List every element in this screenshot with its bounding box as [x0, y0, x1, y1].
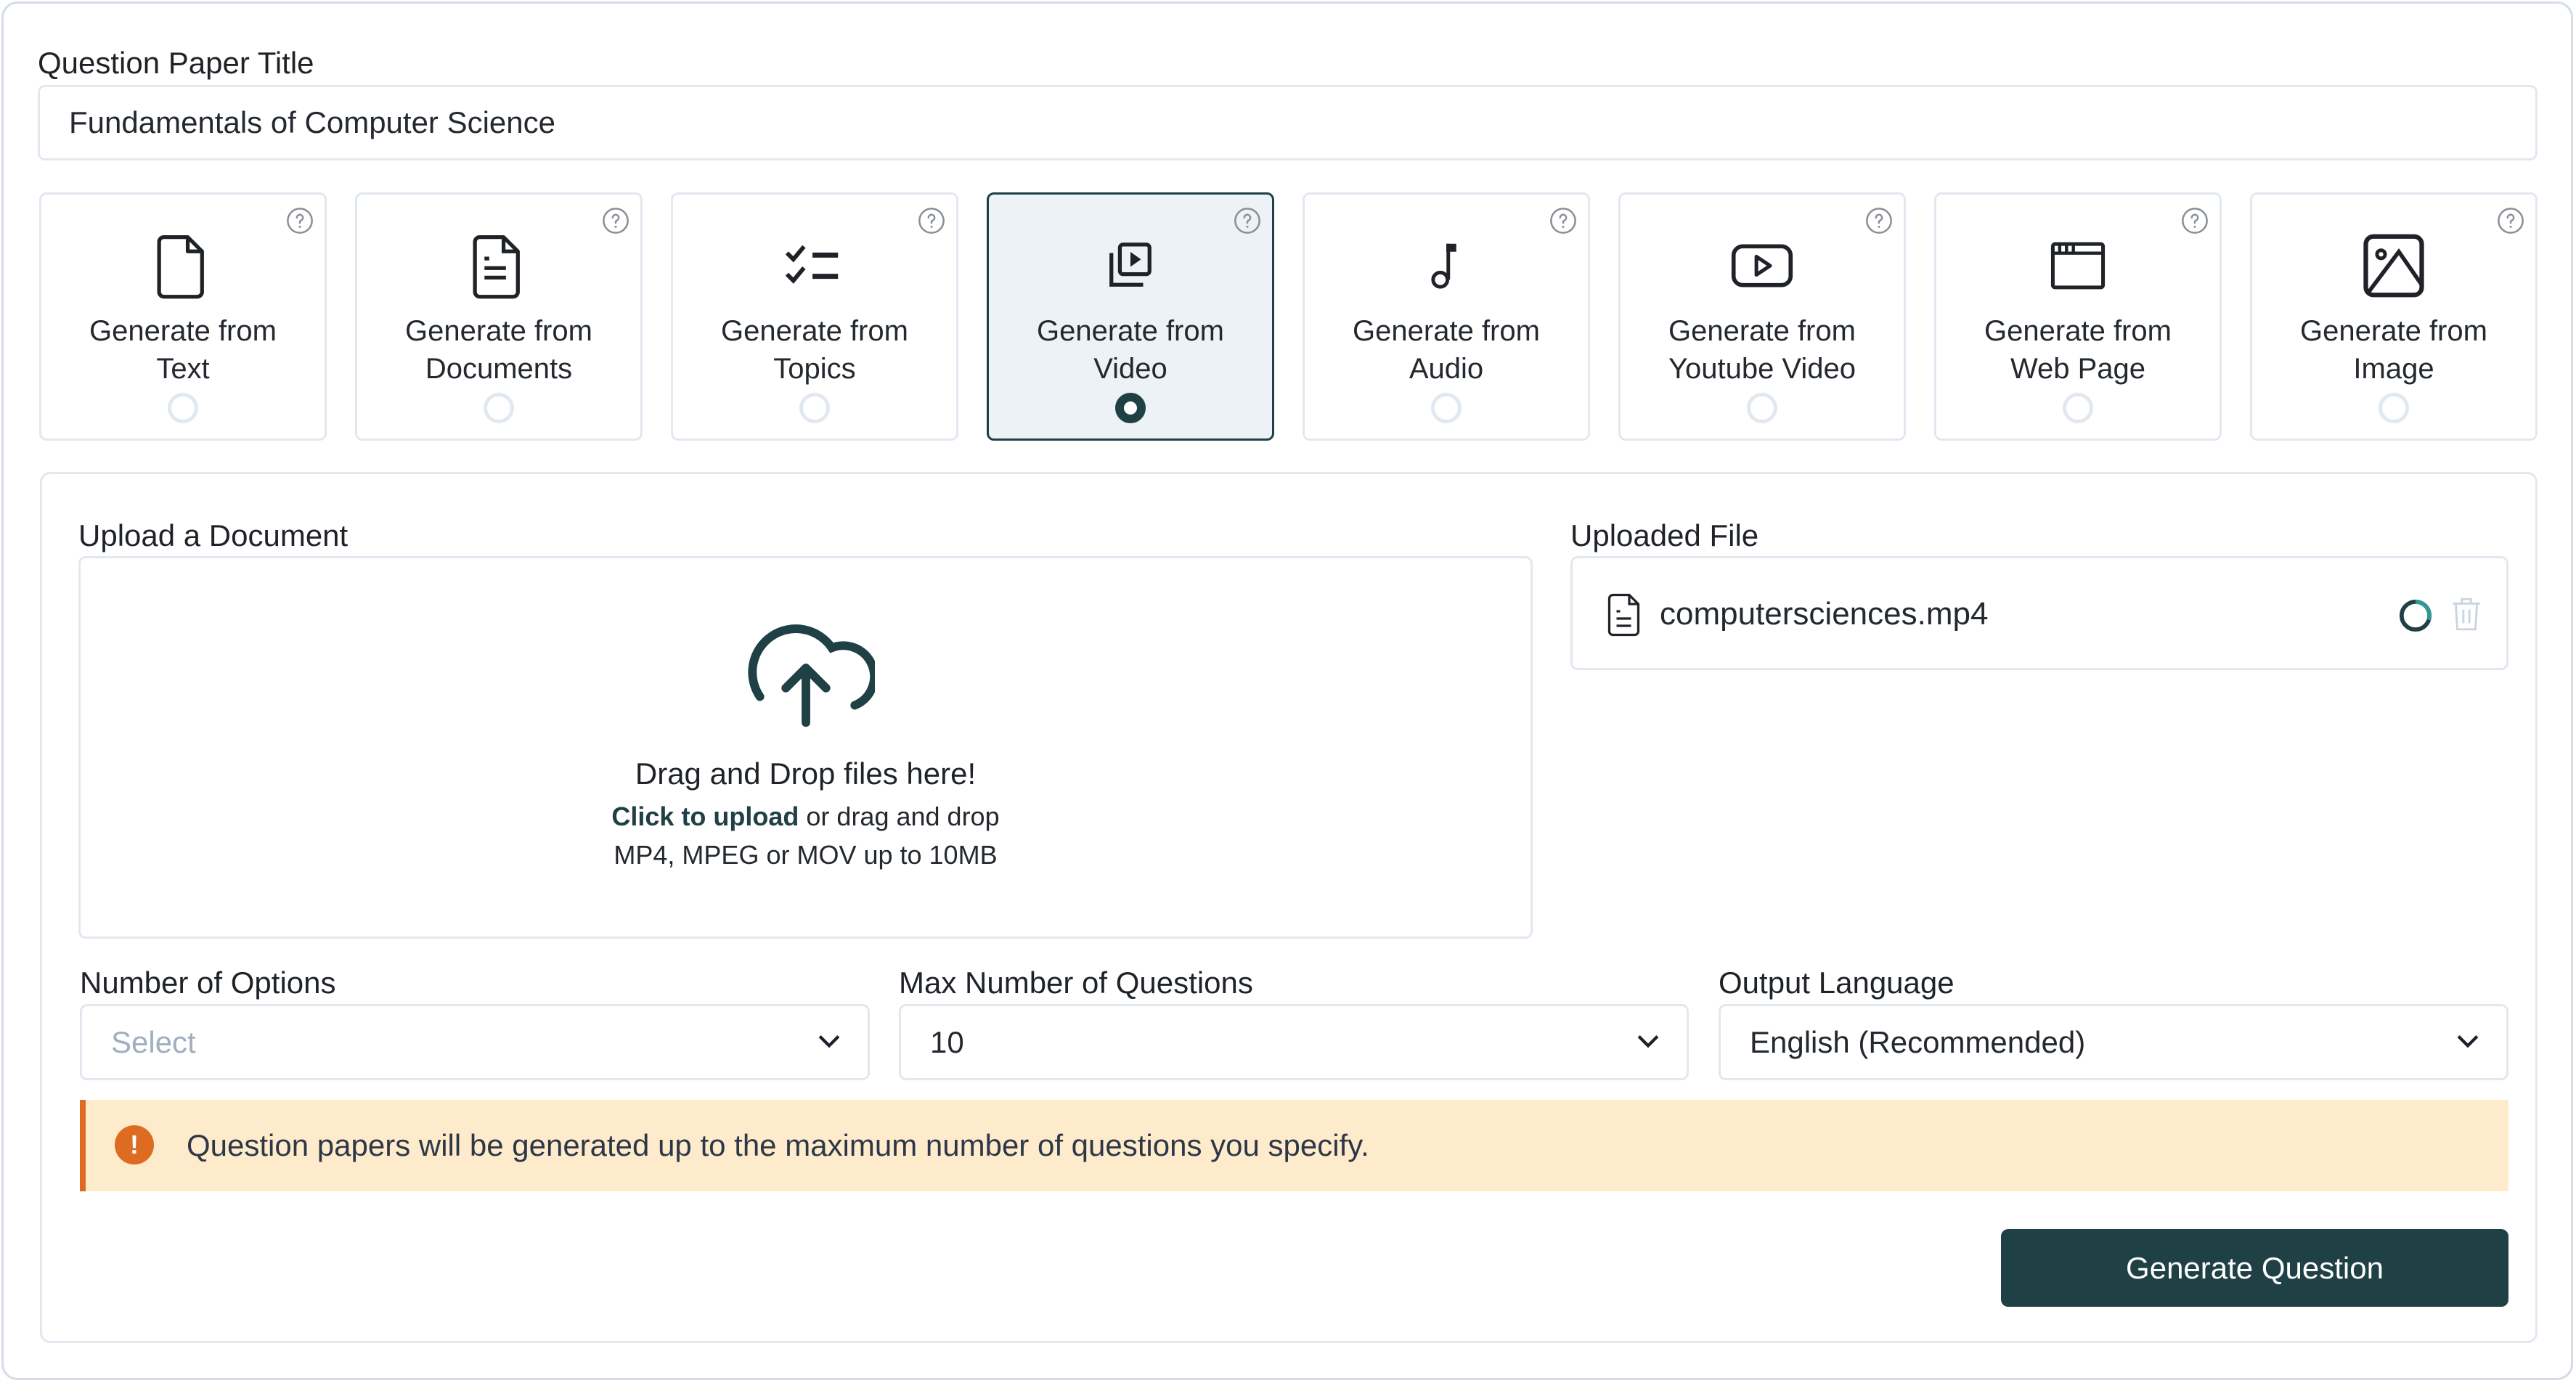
info-alert: ! Question papers will be generated up t…	[80, 1100, 2508, 1191]
source-card-youtube[interactable]: Generate from Youtube Video	[1618, 192, 1906, 441]
source-card-video[interactable]: Generate from Video	[987, 192, 1274, 441]
dropzone-instructions: Click to upload or drag and drop	[611, 801, 1000, 831]
dropzone-formats: MP4, MPEG or MOV up to 10MB	[614, 840, 998, 870]
file-dropzone[interactable]: Drag and Drop files here! Click to uploa…	[78, 556, 1533, 939]
title-label: Question Paper Title	[38, 46, 314, 80]
radio-button[interactable]	[2063, 393, 2093, 423]
youtube-icon	[1731, 244, 1793, 287]
num-options-label: Number of Options	[80, 966, 336, 1000]
source-card-webpage[interactable]: Generate from Web Page	[1934, 192, 2222, 441]
help-icon[interactable]	[2496, 206, 2525, 235]
radio-button[interactable]	[484, 393, 514, 423]
select-value: English (Recommended)	[1750, 1025, 2086, 1059]
chevron-down-icon	[1637, 1035, 1659, 1048]
num-options-select[interactable]: Select	[80, 1004, 870, 1080]
radio-button[interactable]	[168, 393, 198, 423]
card-label: Generate from Video	[1037, 315, 1224, 385]
card-label: Generate from Documents	[405, 315, 592, 385]
click-to-upload-link[interactable]: Click to upload	[611, 801, 799, 831]
image-icon	[2363, 234, 2424, 298]
file-icon	[157, 234, 204, 299]
select-value: 10	[930, 1025, 964, 1059]
help-icon[interactable]	[2180, 206, 2209, 235]
source-card-topics[interactable]: Generate from Topics	[671, 192, 958, 441]
radio-button[interactable]	[1431, 393, 1462, 423]
warning-icon: !	[115, 1125, 154, 1164]
checklist-icon	[785, 245, 839, 284]
output-language-label: Output Language	[1719, 966, 1955, 1000]
radio-button[interactable]	[1747, 393, 1777, 423]
help-icon[interactable]	[1864, 206, 1894, 235]
source-card-image[interactable]: Generate from Image	[2250, 192, 2538, 441]
browser-window-icon	[2050, 242, 2106, 290]
card-label: Generate from Youtube Video	[1668, 315, 1856, 385]
chevron-down-icon	[818, 1035, 840, 1048]
document-icon	[1607, 593, 1640, 637]
card-label: Generate from Text	[89, 315, 277, 385]
card-label: Generate from Web Page	[1984, 315, 2172, 385]
max-questions-label: Max Number of Questions	[899, 966, 1253, 1000]
upload-label: Upload a Document	[78, 518, 349, 552]
card-label: Generate from Topics	[721, 315, 908, 385]
source-card-text[interactable]: Generate from Text	[39, 192, 327, 441]
help-icon[interactable]	[1233, 206, 1262, 235]
loading-spinner-icon	[2399, 599, 2432, 632]
title-input[interactable]	[38, 85, 2538, 160]
source-card-audio[interactable]: Generate from Audio	[1303, 192, 1590, 441]
radio-button[interactable]	[799, 393, 830, 423]
output-language-select[interactable]: English (Recommended)	[1719, 1004, 2508, 1080]
trash-icon[interactable]	[2451, 596, 2482, 632]
uploaded-file-item: computersciences.mp4	[1570, 556, 2508, 670]
source-card-documents[interactable]: Generate from Documents	[355, 192, 643, 441]
help-icon[interactable]	[285, 206, 314, 235]
cloud-upload-icon	[747, 624, 875, 727]
file-name: computersciences.mp4	[1660, 596, 1989, 632]
dropzone-title: Drag and Drop files here!	[635, 756, 977, 791]
max-questions-select[interactable]: 10	[899, 1004, 1689, 1080]
card-label: Generate from Image	[2300, 315, 2487, 385]
video-library-icon	[1109, 242, 1152, 287]
select-placeholder: Select	[111, 1025, 196, 1059]
music-note-icon	[1431, 243, 1456, 289]
radio-button[interactable]	[1115, 393, 1146, 423]
help-icon[interactable]	[1549, 206, 1578, 235]
help-icon[interactable]	[917, 206, 946, 235]
alert-text: Question papers will be generated up to …	[187, 1128, 1369, 1162]
generate-question-button[interactable]: Generate Question	[2001, 1229, 2508, 1307]
radio-button[interactable]	[2379, 393, 2409, 423]
uploaded-file-label: Uploaded File	[1570, 518, 1759, 552]
help-icon[interactable]	[601, 206, 630, 235]
document-text-icon	[473, 234, 520, 299]
card-label: Generate from Audio	[1353, 315, 1540, 385]
chevron-down-icon	[2457, 1035, 2479, 1048]
